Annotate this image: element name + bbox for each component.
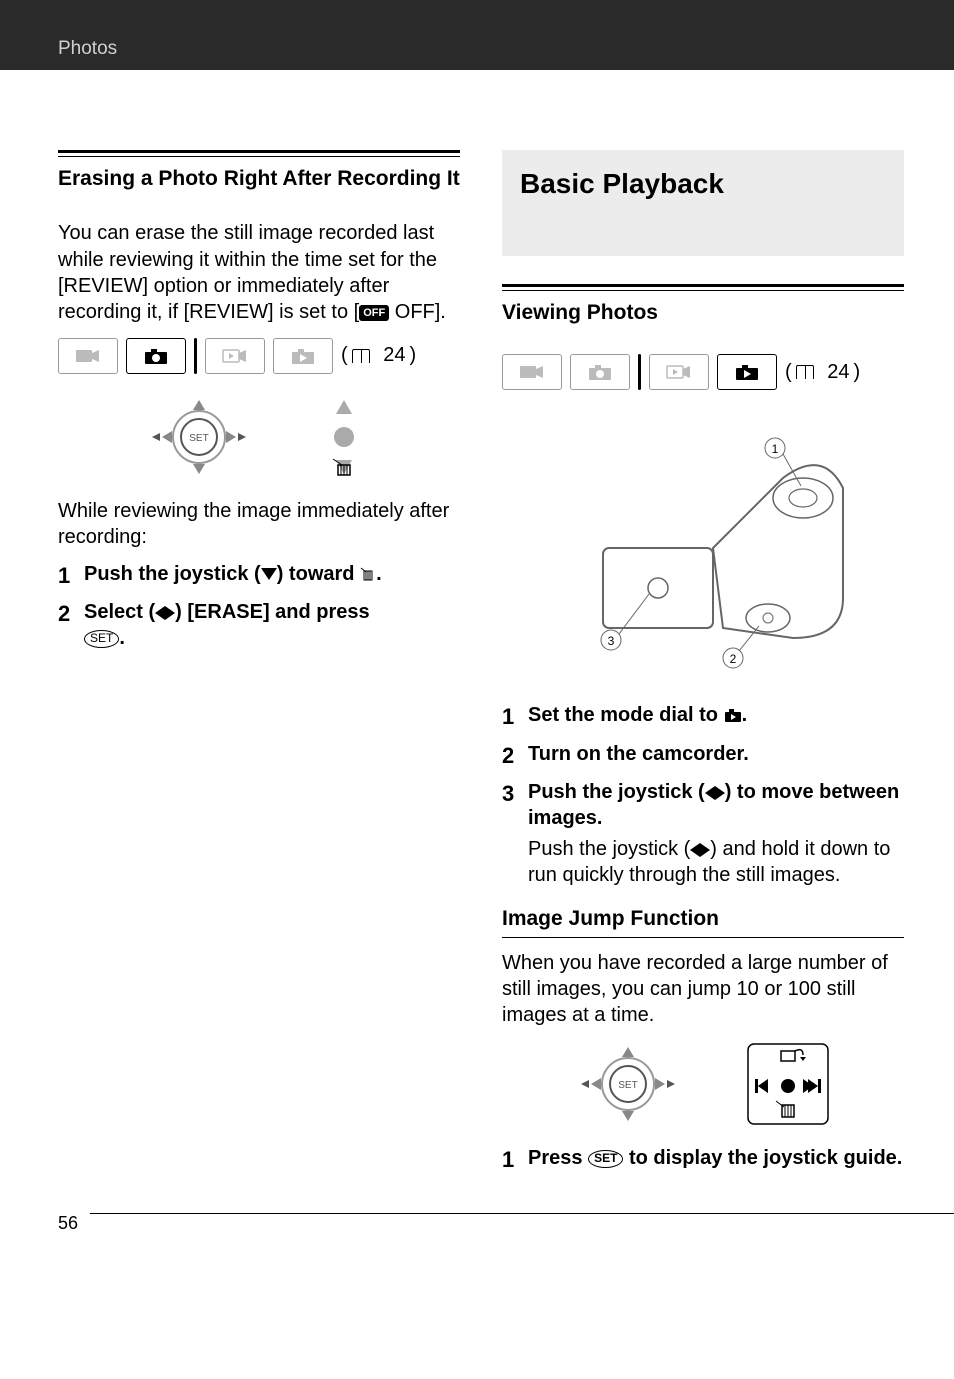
left-arrow-icon bbox=[690, 843, 700, 857]
mode-dial-reference-left: ( 24) bbox=[58, 338, 460, 374]
page-ref-left: ( 24) bbox=[341, 344, 416, 367]
manual-icon bbox=[352, 349, 370, 363]
joystick-guide-trash-icon bbox=[314, 392, 374, 482]
viewing-steps: Set the mode dial to . Turn on the camco… bbox=[502, 702, 904, 888]
off-badge-icon: OFF bbox=[359, 305, 389, 322]
svg-text:SET: SET bbox=[618, 1080, 637, 1091]
mode-photo-rec-icon bbox=[570, 354, 630, 390]
footer: 56 bbox=[0, 1213, 954, 1243]
mode-movie-rec-icon bbox=[58, 338, 118, 374]
viewing-step-3: Push the joystick () to move between ima… bbox=[502, 779, 904, 889]
image-jump-title: Image Jump Function bbox=[502, 907, 904, 931]
mode-dial-reference-right: ( 24) bbox=[502, 354, 904, 390]
page-number: 56 bbox=[58, 1213, 78, 1234]
viewing-step-3-sub: Push the joystick () and hold it down to… bbox=[528, 836, 904, 889]
mode-photo-play-icon-active bbox=[717, 354, 777, 390]
jump-step-1: Press SET to display the joystick guide. bbox=[502, 1145, 904, 1171]
footer-rule bbox=[90, 1213, 954, 1214]
left-column: Erasing a Photo Right After Recording It… bbox=[58, 150, 460, 1183]
joystick-set-icon: SET bbox=[144, 392, 254, 482]
joystick-figure-left: SET bbox=[58, 392, 460, 482]
mode-photo-rec-icon bbox=[126, 338, 186, 374]
right-arrow-icon bbox=[165, 606, 175, 620]
mode-movie-play-icon bbox=[649, 354, 709, 390]
mode-divider bbox=[638, 354, 641, 390]
viewing-step-2: Turn on the camcorder. bbox=[502, 741, 904, 767]
right-arrow-icon bbox=[715, 786, 725, 800]
breadcrumb: Photos bbox=[58, 38, 117, 59]
main-heading: Basic Playback bbox=[520, 168, 886, 200]
mode-photo-play-icon bbox=[273, 338, 333, 374]
section-title-viewing: Viewing Photos bbox=[502, 299, 904, 326]
photo-play-mode-icon bbox=[724, 708, 742, 724]
header-bar: Photos bbox=[0, 0, 954, 70]
down-arrow-icon bbox=[261, 568, 277, 580]
image-jump-para: When you have recorded a large number of… bbox=[502, 950, 904, 1029]
svg-text:2: 2 bbox=[730, 652, 737, 666]
mode-movie-play-icon bbox=[205, 338, 265, 374]
mode-movie-rec-icon bbox=[502, 354, 562, 390]
jump-steps: Press SET to display the joystick guide. bbox=[502, 1145, 904, 1171]
rule-double-right bbox=[502, 284, 904, 291]
trash-icon bbox=[360, 566, 376, 582]
erase-steps: Push the joystick () toward . Select () … bbox=[58, 561, 460, 652]
svg-text:SET: SET bbox=[189, 433, 208, 444]
page-content: Erasing a Photo Right After Recording It… bbox=[0, 70, 954, 1213]
rule-single bbox=[502, 937, 904, 938]
camcorder-figure: 1 2 3 bbox=[502, 408, 904, 678]
mode-divider bbox=[194, 338, 197, 374]
svg-text:1: 1 bbox=[772, 442, 779, 456]
page-ref-right: ( 24) bbox=[785, 361, 860, 384]
set-button-icon: SET bbox=[588, 1150, 623, 1168]
manual-icon bbox=[796, 365, 814, 379]
step-2-erase: Select () [ERASE] and press SET. bbox=[58, 599, 460, 652]
rule-double bbox=[58, 150, 460, 157]
intro-paragraph: You can erase the still image recorded l… bbox=[58, 220, 460, 326]
joystick-figure-right: SET bbox=[502, 1039, 904, 1129]
right-arrow-icon bbox=[700, 843, 710, 857]
main-heading-box: Basic Playback bbox=[502, 150, 904, 256]
joystick-set-icon: SET bbox=[573, 1039, 683, 1129]
section-title-erase: Erasing a Photo Right After Recording It bbox=[58, 165, 460, 192]
right-column: Basic Playback Viewing Photos ( 24) bbox=[502, 150, 904, 1183]
left-arrow-icon bbox=[705, 786, 715, 800]
jump-guide-icon bbox=[743, 1039, 833, 1129]
left-arrow-icon bbox=[155, 606, 165, 620]
review-text: While reviewing the image immediately af… bbox=[58, 498, 460, 551]
viewing-step-1: Set the mode dial to . bbox=[502, 702, 904, 728]
set-button-icon: SET bbox=[84, 630, 119, 648]
svg-text:3: 3 bbox=[608, 634, 615, 648]
step-1-erase: Push the joystick () toward . bbox=[58, 561, 460, 587]
